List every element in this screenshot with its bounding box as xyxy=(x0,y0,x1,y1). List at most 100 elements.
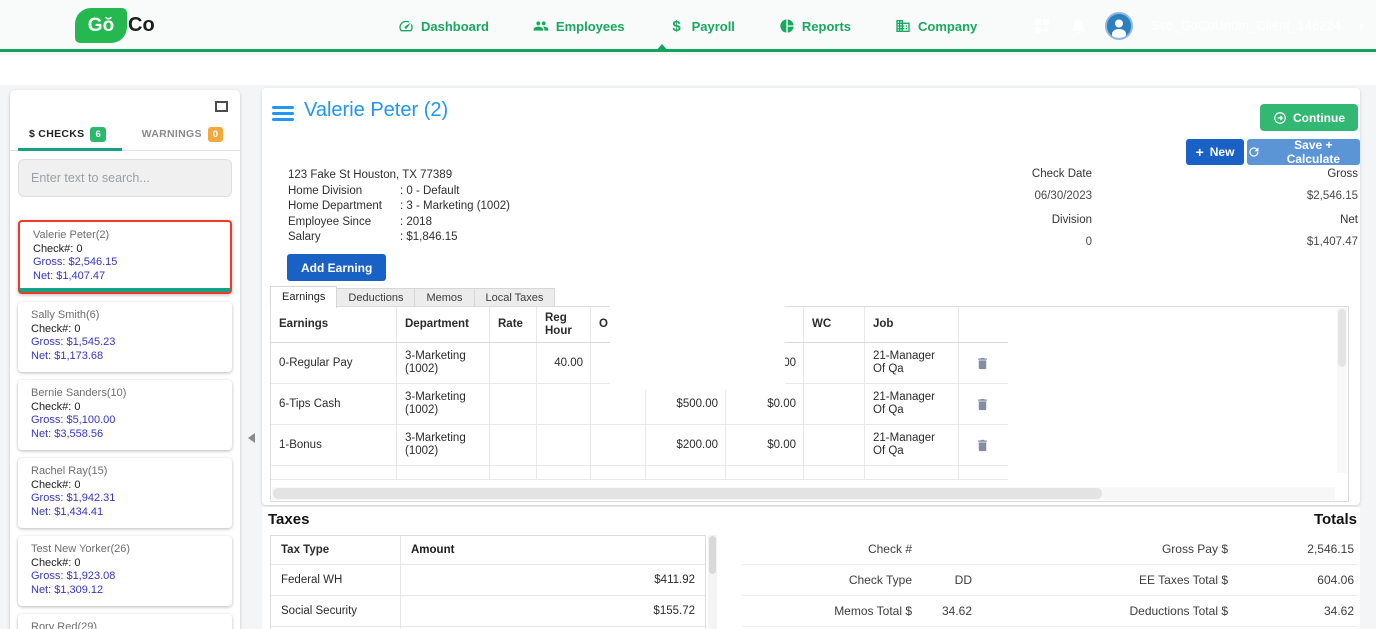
nav-item-dashboard[interactable]: Dashboard xyxy=(398,18,489,34)
gross-label: Gross xyxy=(1327,168,1358,180)
tab-earnings[interactable]: Earnings xyxy=(270,286,338,308)
totals-heading: Totals xyxy=(1313,511,1357,528)
notifications-bell-icon[interactable] xyxy=(1069,17,1087,35)
check-name: Bernie Sanders(10) xyxy=(31,387,127,399)
delete-earning-icon[interactable] xyxy=(975,397,990,412)
check-card-rachel-ray[interactable]: Rachel Ray(15) Check#: 0 Gross: $1,942.3… xyxy=(18,458,232,528)
continue-button[interactable]: Continue xyxy=(1260,104,1358,131)
check-card-sally-smith[interactable]: Sally Smith(6) Check#: 0 Gross: $1,545.2… xyxy=(18,302,232,372)
taxes-vertical-scrollbar[interactable] xyxy=(708,535,717,629)
check-gross: Gross: $5,100.00 xyxy=(31,414,116,426)
warnings-tab-label: WARNINGS xyxy=(141,128,202,140)
nav-item-reports[interactable]: Reports xyxy=(779,18,851,34)
tab-memos[interactable]: Memos xyxy=(415,288,475,308)
horizontal-scrollbar[interactable] xyxy=(272,487,1335,500)
check-date-value: 06/30/2023 xyxy=(1034,190,1092,202)
active-tab-underline xyxy=(18,148,122,151)
employee-field-row: Home Department3 - Marketing (1002) xyxy=(288,199,510,215)
taxes-totals-section: Taxes Tax Type Amount Federal WH $411.92… xyxy=(262,507,1360,629)
user-menu-caret-icon[interactable]: ▾ xyxy=(1359,21,1364,32)
division-value: 0 xyxy=(1085,236,1092,248)
logo-co-text: Co xyxy=(128,14,155,36)
totals-row: Memos Total $ 34.62 Deductions Total $ 3… xyxy=(742,596,1358,627)
nav-item-payroll[interactable]: $ Payroll xyxy=(669,18,735,35)
taxes-table-header: Tax Type Amount xyxy=(271,536,705,564)
earnings-table: Earnings Department Rate Reg Hour O WC J… xyxy=(270,306,1349,502)
check-gross: Gross: $2,546.15 xyxy=(33,256,118,268)
employee-field-row: Home Division0 - Default xyxy=(288,184,510,200)
check-date-division-summary: Check Date 06/30/2023 Division 0 xyxy=(952,168,1092,260)
net-value: $1,407.47 xyxy=(1306,236,1358,248)
add-earning-button[interactable]: Add Earning xyxy=(287,254,387,281)
employee-title: Valerie Peter (2) xyxy=(304,99,449,121)
check-net: Net: $1,309.12 xyxy=(31,583,104,596)
check-name: Valerie Peter(2) xyxy=(33,229,110,241)
sidebar-search xyxy=(18,159,232,197)
apps-grid-icon[interactable] xyxy=(1033,17,1051,35)
check-gross: Gross: $1,545.23 xyxy=(31,336,116,348)
check-name: Rory Red(29) xyxy=(31,621,98,629)
delete-earning-icon[interactable] xyxy=(975,356,990,371)
plus-icon: + xyxy=(1195,144,1204,160)
nav-label-dashboard: Dashboard xyxy=(421,18,489,34)
app-header: Gŏ Co Dashboard Employees $ Payroll Repo… xyxy=(0,0,1376,52)
check-gross: Gross: $1,942.31 xyxy=(31,492,116,504)
nav-item-employees[interactable]: Employees xyxy=(533,18,625,34)
earnings-row-bonus: 1-Bonus 3-Marketing (1002) $200.00 $0.00… xyxy=(271,425,1008,466)
goco-logo-leaf: Gŏ xyxy=(75,8,127,43)
gross-value: $2,546.15 xyxy=(1306,190,1358,202)
user-avatar[interactable] xyxy=(1105,12,1134,40)
check-net: Net: $1,173.68 xyxy=(31,349,104,362)
expand-window-icon[interactable] xyxy=(215,101,228,112)
search-input[interactable] xyxy=(18,159,232,197)
header-right-controls: Sso_GoCoUnum_Client_148224 ▾ xyxy=(1033,0,1364,52)
check-card-test-new-yorker[interactable]: Test New Yorker(26) Check#: 0 Gross: $1,… xyxy=(18,536,232,606)
employee-address: 123 Fake St Houston, TX 77389 xyxy=(288,169,453,181)
check-card-bernie-sanders[interactable]: Bernie Sanders(10) Check#: 0 Gross: $5,1… xyxy=(18,380,232,450)
employee-field-row: Employee Since2018 xyxy=(288,215,510,231)
menu-hamburger-icon[interactable] xyxy=(272,106,294,124)
selected-card-bar xyxy=(20,288,230,292)
checks-sidebar: $ CHECKS 6 WARNINGS 0 Valerie Peter(2) C… xyxy=(10,90,240,629)
check-date-label: Check Date xyxy=(1031,168,1092,180)
payroll-app-screen: Gŏ Co Dashboard Employees $ Payroll Repo… xyxy=(0,0,1376,629)
nav-label-payroll: Payroll xyxy=(691,18,735,34)
check-net: Net: $3,558.56 xyxy=(31,427,104,440)
detail-tabs: Earnings Deductions Memos Local Taxes xyxy=(270,286,556,308)
tax-row-federal-wh: Federal WH $411.92 xyxy=(271,564,705,595)
save-calculate-button[interactable]: Save + Calculate xyxy=(1247,138,1360,166)
nav-item-company[interactable]: Company xyxy=(895,18,977,34)
tab-checks[interactable]: $ CHECKS 6 xyxy=(10,120,125,148)
check-number: Check#: 0 xyxy=(33,242,83,255)
white-overlay xyxy=(610,296,785,390)
goco-logo[interactable]: Gŏ Co xyxy=(75,8,155,43)
subheader-band xyxy=(0,55,1376,85)
active-nav-indicator xyxy=(655,44,669,52)
delete-earning-icon[interactable] xyxy=(975,438,990,453)
refresh-icon xyxy=(1249,147,1259,157)
main-nav: Dashboard Employees $ Payroll Reports Co… xyxy=(398,0,977,52)
tab-local-taxes[interactable]: Local Taxes xyxy=(474,288,556,308)
arrow-circle-icon xyxy=(1274,111,1286,124)
totals-row: Check # Gross Pay $ 2,546.15 xyxy=(742,534,1358,565)
dashboard-gauge-icon xyxy=(398,18,414,34)
check-card-valerie-peter[interactable]: Valerie Peter(2) Check#: 0 Gross: $2,546… xyxy=(18,220,232,294)
tab-deductions[interactable]: Deductions xyxy=(337,288,416,308)
check-name: Sally Smith(6) xyxy=(31,309,100,321)
check-net: Net: $1,407.47 xyxy=(33,269,106,282)
new-button[interactable]: + New xyxy=(1186,139,1244,165)
vertical-scrollbar[interactable] xyxy=(1337,308,1347,473)
sidebar-collapse-arrow[interactable] xyxy=(248,433,255,443)
gross-net-summary: Gross $2,546.15 Net $1,407.47 xyxy=(1112,168,1358,260)
tax-row-social-security: Social Security $155.72 xyxy=(271,595,705,626)
earnings-row-tips-cash: 6-Tips Cash 3-Marketing (1002) $500.00 $… xyxy=(271,384,1008,425)
net-label: Net xyxy=(1340,214,1358,226)
check-card-rory-red[interactable]: Rory Red(29) Check#: 0 Gross: $1,153.85 xyxy=(18,614,232,629)
tab-warnings[interactable]: WARNINGS 0 xyxy=(125,120,240,148)
user-name[interactable]: Sso_GoCoUnum_Client_148224 xyxy=(1151,19,1341,33)
check-number: Check#: 0 xyxy=(31,478,81,491)
checks-tab-label: $ CHECKS xyxy=(28,128,85,140)
sidebar-tabs: $ CHECKS 6 WARNINGS 0 xyxy=(10,120,240,148)
division-label: Division xyxy=(1051,214,1092,226)
check-name: Test New Yorker(26) xyxy=(31,543,131,555)
